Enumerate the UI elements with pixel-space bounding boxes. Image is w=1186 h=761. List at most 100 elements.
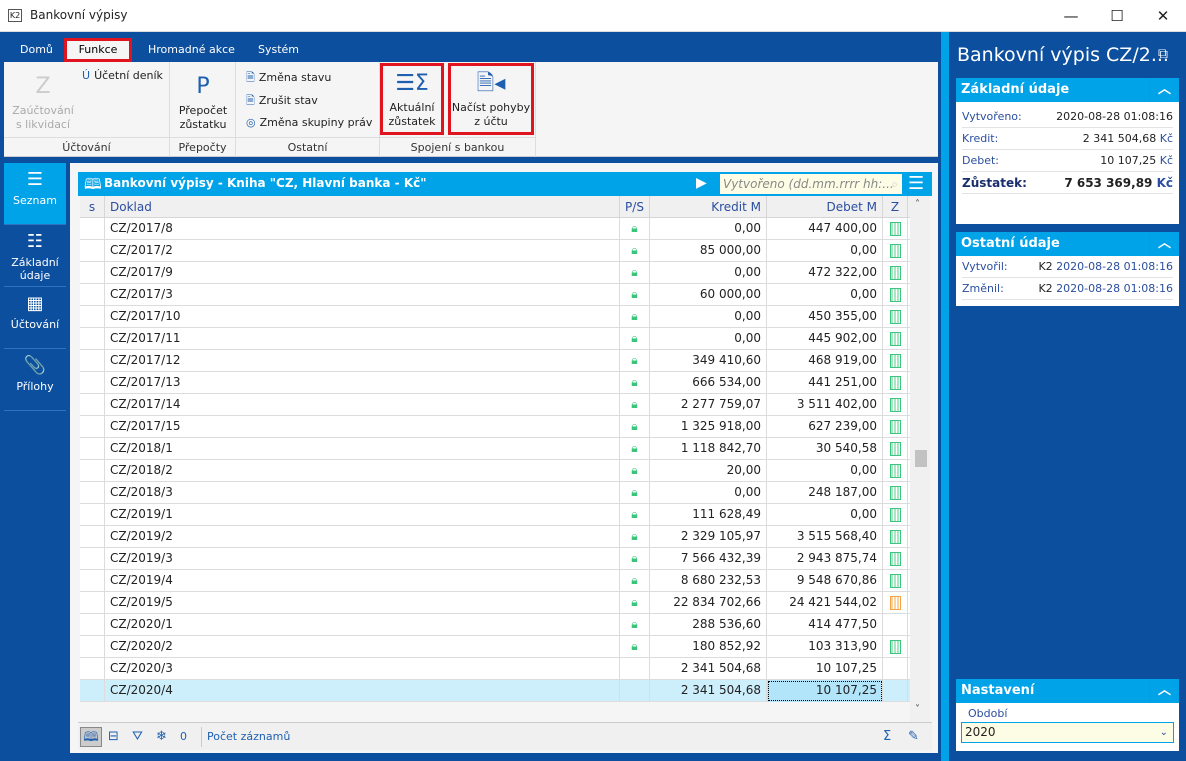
collapse-icon[interactable]: ︿: [1149, 679, 1179, 703]
cell-ps: 🔒︎: [620, 504, 650, 526]
cell-z: [883, 328, 908, 350]
nacist-pohyby-button[interactable]: 🗎◂ Načíst pohyby z účtu: [448, 63, 534, 135]
obdobi-select[interactable]: 2020 ⌄: [961, 722, 1174, 743]
grid-footer: 🕮 ⊟ ⛛ ❄ 0 Počet záznamů Σ ✎: [78, 722, 932, 750]
table-row[interactable]: CZ/2017/11 🔒︎ 0,00 445 902,00: [80, 328, 910, 350]
table-row[interactable]: CZ/2017/2 🔒︎ 85 000,00 0,00: [80, 240, 910, 262]
table-row[interactable]: CZ/2020/1 🔒︎ 288 536,60 414 477,50: [80, 614, 910, 636]
book-view-icon[interactable]: 🕮: [80, 727, 102, 747]
cell-kredit: 0,00: [650, 482, 767, 504]
cell-z: [883, 680, 908, 702]
lock-icon: 🔒︎: [631, 507, 638, 521]
cell-debet: 468 919,00: [767, 350, 883, 372]
play-dropdown-icon[interactable]: ▶: [696, 175, 707, 191]
scrollbar-thumb[interactable]: [915, 450, 927, 467]
cell-s: [80, 592, 105, 614]
cell-doklad: CZ/2019/5: [105, 592, 620, 614]
tab-hromadne-akce[interactable]: Hromadné akce: [136, 38, 247, 62]
tab-domu[interactable]: Domů: [8, 38, 65, 62]
collapse-icon[interactable]: ︿: [1149, 232, 1179, 256]
maximize-button[interactable]: ☐: [1094, 0, 1140, 32]
lock-icon: 🔒︎: [631, 639, 638, 653]
cell-z: [883, 614, 908, 636]
table-row[interactable]: CZ/2017/8 🔒︎ 0,00 447 400,00: [80, 218, 910, 240]
lock-circle-icon: ◎: [246, 116, 256, 129]
table-row[interactable]: CZ/2020/4 2 341 504,68 10 107,25: [80, 680, 910, 702]
filter-icon[interactable]: ⛛: [132, 727, 143, 747]
cell-doklad: CZ/2020/4: [105, 680, 620, 702]
cell-s: [80, 350, 105, 372]
minimize-button[interactable]: —: [1048, 0, 1094, 32]
table-row[interactable]: CZ/2017/3 🔒︎ 60 000,00 0,00: [80, 284, 910, 306]
close-button[interactable]: ✕: [1140, 0, 1186, 32]
document-cancel-icon: 🗎: [246, 94, 255, 107]
table-row[interactable]: CZ/2020/2 🔒︎ 180 852,92 103 313,90: [80, 636, 910, 658]
ucetni-denik-button[interactable]: Ú Účetní deník: [82, 69, 163, 82]
lock-icon: 🔒︎: [631, 551, 638, 565]
table-row[interactable]: CZ/2017/9 🔒︎ 0,00 472 322,00: [80, 262, 910, 284]
cell-z: [883, 460, 908, 482]
prepocet-zustatku-button[interactable]: P Přepočet zůstatku: [174, 70, 232, 132]
cell-kredit: 85 000,00: [650, 240, 767, 262]
grid-menu-icon[interactable]: ☰: [908, 173, 924, 194]
cell-ps: 🔒︎: [620, 262, 650, 284]
tab-system[interactable]: Systém: [246, 38, 311, 62]
zauctovani-button[interactable]: Z Zaúčtování s likvidací: [6, 70, 80, 132]
cell-z: [883, 592, 908, 614]
lock-icon: 🔒︎: [631, 595, 638, 609]
external-link-icon[interactable]: ⧉: [1158, 46, 1168, 62]
lock-icon: 🔒︎: [631, 573, 638, 587]
cell-z: [883, 504, 908, 526]
calculator-icon: [889, 420, 901, 434]
cell-s: [80, 658, 105, 680]
table-row[interactable]: CZ/2017/10 🔒︎ 0,00 450 355,00: [80, 306, 910, 328]
table-row[interactable]: CZ/2019/3 🔒︎ 7 566 432,39 2 943 875,74: [80, 548, 910, 570]
cell-z: [883, 548, 908, 570]
aktualni-zustatek-button[interactable]: ☰Σ Aktuální zůstatek: [380, 63, 444, 135]
cell-kredit: 7 566 432,39: [650, 548, 767, 570]
col-z[interactable]: Z: [883, 196, 908, 218]
table-row[interactable]: CZ/2017/13 🔒︎ 666 534,00 441 251,00: [80, 372, 910, 394]
nav-uctovani[interactable]: ▦ Účtování: [4, 287, 66, 349]
cell-z: [883, 394, 908, 416]
cell-kredit: 20,00: [650, 460, 767, 482]
table-row[interactable]: CZ/2019/2 🔒︎ 2 329 105,97 3 515 568,40: [80, 526, 910, 548]
cell-z: [883, 284, 908, 306]
table-row[interactable]: CZ/2017/14 🔒︎ 2 277 759,07 3 511 402,00: [80, 394, 910, 416]
col-doklad[interactable]: Doklad: [105, 196, 620, 218]
table-row[interactable]: CZ/2019/4 🔒︎ 8 680 232,53 9 548 670,86: [80, 570, 910, 592]
zmena-stavu-button[interactable]: 🗎 Změna stavu: [246, 69, 331, 88]
nav-zakladni-udaje[interactable]: ☷ Základní údaje: [4, 225, 66, 287]
table-row[interactable]: CZ/2019/5 🔒︎ 22 834 702,66 24 421 544,02: [80, 592, 910, 614]
table-row[interactable]: CZ/2018/1 🔒︎ 1 118 842,70 30 540,58: [80, 438, 910, 460]
collapse-icon[interactable]: ︿: [1149, 78, 1179, 102]
cell-s: [80, 482, 105, 504]
sum-icon[interactable]: Σ: [883, 727, 891, 747]
table-row[interactable]: CZ/2020/3 2 341 504,68 10 107,25: [80, 658, 910, 680]
panel-splitter[interactable]: [941, 32, 949, 761]
cell-debet: 445 902,00: [767, 328, 883, 350]
zmena-skupiny-prav-button[interactable]: ◎ Změna skupiny práv: [246, 116, 372, 129]
table-row[interactable]: CZ/2018/2 🔒︎ 20,00 0,00: [80, 460, 910, 482]
table-row[interactable]: CZ/2017/15 🔒︎ 1 325 918,00 627 239,00: [80, 416, 910, 438]
col-s[interactable]: s: [80, 196, 105, 218]
col-debet[interactable]: Debet M: [767, 196, 883, 218]
zrusit-stav-button[interactable]: 🗎 Zrušit stav: [246, 92, 318, 111]
detail-title: Bankovní výpis CZ/2...: [957, 44, 1169, 66]
col-kredit[interactable]: Kredit M: [650, 196, 767, 218]
table-row[interactable]: CZ/2017/12 🔒︎ 349 410,60 468 919,00: [80, 350, 910, 372]
cell-doklad: CZ/2019/4: [105, 570, 620, 592]
search-input[interactable]: Vytvořeno (dd.mm.rrrr hh:... ⌕: [720, 174, 902, 194]
scroll-up-icon[interactable]: ˄: [915, 199, 920, 210]
archive-icon[interactable]: ⊟: [108, 727, 119, 747]
nav-seznam[interactable]: ☰ Seznam: [4, 163, 66, 225]
tab-funkce[interactable]: Funkce: [64, 38, 132, 62]
record-count-button[interactable]: Počet záznamů: [201, 727, 290, 747]
edit-icon[interactable]: ✎: [908, 727, 919, 747]
scroll-down-icon[interactable]: ˅: [915, 704, 920, 715]
nav-prilohy[interactable]: 📎 Přílohy: [4, 349, 66, 411]
col-ps[interactable]: P/S: [620, 196, 650, 218]
snowflake-icon[interactable]: ❄: [156, 727, 167, 747]
table-row[interactable]: CZ/2019/1 🔒︎ 111 628,49 0,00: [80, 504, 910, 526]
table-row[interactable]: CZ/2018/3 🔒︎ 0,00 248 187,00: [80, 482, 910, 504]
